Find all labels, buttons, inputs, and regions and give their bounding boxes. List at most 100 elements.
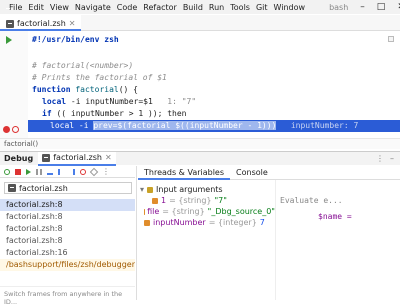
code-line-5: function factorial() {	[32, 85, 138, 94]
menu-code[interactable]: Code	[117, 3, 137, 12]
variable-value: "_Dbg_source_0"	[208, 206, 275, 217]
frame-item[interactable]: factorial.zsh:8	[0, 235, 135, 247]
menu-file[interactable]: File	[9, 3, 22, 12]
tab-console[interactable]: Console	[230, 166, 274, 180]
close-tab-icon[interactable]: ✕	[69, 19, 76, 28]
stop-icon[interactable]	[15, 169, 21, 175]
shell-file-icon	[42, 154, 50, 162]
variable-value: 7	[260, 217, 265, 228]
debug-session-label: factorial.zsh	[53, 153, 102, 162]
rerun-icon[interactable]	[4, 169, 10, 175]
variables-tree: ▾ Input arguments 1 = {string} "7" file …	[140, 184, 275, 228]
inline-value-hint: 1: "7"	[167, 97, 196, 106]
code-editor[interactable]: #!/usr/bin/env zsh # factorial(<number>)…	[28, 31, 400, 151]
variable-row[interactable]: inputNumber = {integer} 7	[140, 217, 275, 228]
frame-label: /bashsupport/files/zsh/debugger/fa	[6, 259, 135, 271]
thread-selector[interactable]: factorial.zsh	[4, 182, 132, 194]
code-line-4: # Prints the factorial of $1	[32, 73, 167, 82]
minimize-icon[interactable]: –	[360, 2, 365, 12]
debug-tool-window-header: Debug factorial.zsh ✕ ⋮ –	[0, 151, 400, 165]
frame-item[interactable]: factorial.zsh:8	[0, 223, 135, 235]
step-into-icon[interactable]	[58, 169, 64, 175]
variable-group[interactable]: ▾ Input arguments	[140, 184, 275, 195]
keyword-if: if	[42, 109, 52, 118]
frame-label: factorial.zsh:8	[6, 199, 63, 211]
variable-value: "7"	[214, 195, 226, 206]
comment-usage: # factorial(<number>)	[32, 61, 133, 70]
menu-tools[interactable]: Tools	[230, 3, 250, 12]
comment-description: # Prints the factorial of $1	[32, 73, 167, 82]
code-line-7: if (( inputNumber > 1 )); then	[42, 109, 187, 118]
selected-expression[interactable]: prev=$(factorial $((inputNumber - 1)))	[93, 121, 276, 130]
code-line-1: #!/usr/bin/env zsh	[32, 35, 119, 44]
run-icon[interactable]	[6, 36, 12, 44]
window-title: bash	[329, 3, 348, 12]
breakpoint-icon[interactable]	[3, 126, 10, 133]
code-text: local -i	[50, 121, 93, 130]
frame-label: factorial.zsh:16	[6, 247, 68, 259]
frame-item[interactable]: factorial.zsh:8	[0, 211, 135, 223]
menu-window[interactable]: Window	[274, 3, 306, 12]
debug-title: Debug	[4, 154, 33, 163]
menu-edit[interactable]: Edit	[28, 3, 44, 12]
fold-icon[interactable]	[388, 36, 394, 42]
code-text: (( inputNumber > 1 )); then	[52, 109, 187, 118]
debug-toolbar: ⋮	[0, 166, 135, 178]
keyword-local: local	[42, 97, 66, 106]
shebang: #!/usr/bin/env zsh	[32, 35, 119, 44]
debug-window-actions: ⋮ –	[376, 154, 394, 163]
panel-divider[interactable]	[136, 166, 137, 300]
editor-tab-factorial[interactable]: factorial.zsh ✕	[0, 15, 81, 31]
variable-name: 1	[161, 195, 166, 206]
frames-hint: Switch frames from anywhere in the ID...	[0, 286, 135, 300]
variable-row[interactable]: 1 = {string} "7"	[140, 195, 275, 206]
maximize-icon[interactable]: □	[377, 2, 386, 12]
group-icon	[147, 187, 153, 193]
close-session-icon[interactable]: ✕	[105, 153, 112, 162]
group-label: Input arguments	[156, 184, 223, 195]
execution-point-icon	[12, 126, 19, 133]
step-out-icon[interactable]	[69, 169, 75, 175]
debug-subtabs: Threads & Variables Console	[138, 166, 400, 180]
variable-name: inputNumber	[153, 217, 206, 228]
frame-label: factorial.zsh:8	[6, 223, 63, 235]
watch-expression[interactable]: $name =	[276, 212, 400, 221]
menu-bar: File Edit View Navigate Code Refactor Bu…	[0, 0, 400, 14]
more-icon[interactable]: ⋮	[102, 167, 110, 176]
variable-icon	[152, 198, 158, 204]
frame-item[interactable]: /bashsupport/files/zsh/debugger/fa	[0, 259, 135, 271]
variable-type: = {string}	[162, 206, 204, 217]
code-text: -i inputNumber=$1	[66, 97, 153, 106]
hide-panel-icon[interactable]: –	[390, 154, 394, 163]
frame-item[interactable]: factorial.zsh:16	[0, 247, 135, 259]
step-over-icon[interactable]	[47, 169, 53, 175]
shell-file-icon	[8, 184, 16, 192]
debug-session-tab[interactable]: factorial.zsh ✕	[38, 152, 115, 166]
editor-gutter[interactable]	[0, 31, 28, 151]
menu-build[interactable]: Build	[183, 3, 203, 12]
tab-threads-variables[interactable]: Threads & Variables	[138, 166, 230, 180]
variable-name: file	[147, 206, 159, 217]
variable-row[interactable]: file = {string} "_Dbg_source_0"	[140, 206, 275, 217]
code-line-3: # factorial(<number>)	[32, 61, 133, 70]
view-breakpoints-icon[interactable]	[80, 169, 86, 175]
frames-list: factorial.zsh:8 factorial.zsh:8 factoria…	[0, 199, 135, 271]
menu-view[interactable]: View	[50, 3, 69, 12]
mute-breakpoints-icon[interactable]	[90, 167, 98, 175]
shell-file-icon	[6, 20, 14, 28]
code-text: () {	[119, 85, 138, 94]
menu-run[interactable]: Run	[209, 3, 224, 12]
menu-navigate[interactable]: Navigate	[75, 3, 111, 12]
more-options-icon[interactable]: ⋮	[376, 154, 384, 163]
chevron-down-icon[interactable]: ▾	[140, 184, 144, 195]
menu-refactor[interactable]: Refactor	[143, 3, 177, 12]
resume-icon[interactable]	[26, 169, 31, 175]
code-line-6: local -i inputNumber=$1 1: "7"	[42, 97, 196, 106]
breadcrumb[interactable]: factorial()	[0, 138, 400, 149]
evaluate-expression-input[interactable]: Evaluate e...	[276, 196, 400, 210]
pause-icon[interactable]	[36, 169, 42, 175]
frame-label: factorial.zsh:8	[6, 235, 63, 247]
frame-label: factorial.zsh:8	[6, 211, 63, 223]
menu-git[interactable]: Git	[256, 3, 268, 12]
frame-item[interactable]: factorial.zsh:8	[0, 199, 135, 211]
